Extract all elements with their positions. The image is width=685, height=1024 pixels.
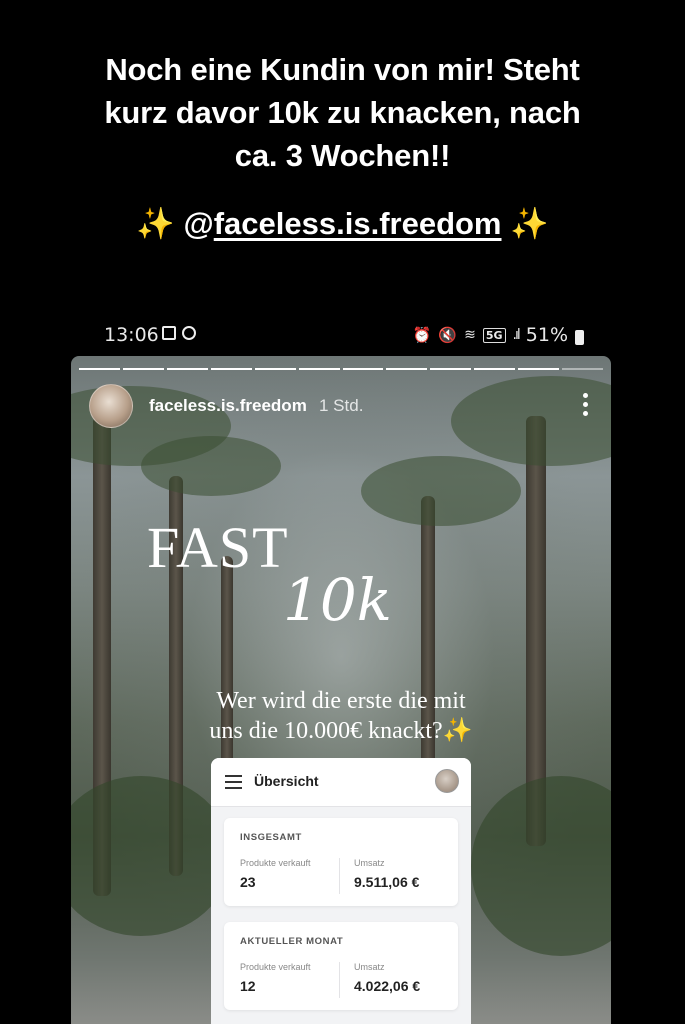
revenue-value: 4.022,06 € — [354, 978, 421, 994]
story-viewer[interactable]: faceless.is.freedom 1 Std. FAST 10k Wer … — [71, 356, 611, 1024]
progress-segment — [386, 368, 428, 370]
dashboard-header: Übersicht — [211, 758, 471, 807]
story-progress — [79, 368, 604, 370]
progress-segment — [474, 368, 516, 370]
progress-segment — [562, 368, 604, 370]
dashboard-title: Übersicht — [254, 773, 319, 789]
story-username[interactable]: faceless.is.freedom — [149, 396, 307, 416]
caption-line-1: Noch eine Kundin von mir! Steht — [105, 52, 580, 87]
total-panel: INSGESAMT Produkte verkauft 23 Umsatz 9.… — [224, 818, 458, 906]
sparkles-icon: ✨ — [510, 206, 549, 241]
battery-percent: 51% — [525, 324, 568, 346]
profile-avatar[interactable] — [435, 769, 459, 793]
tagline-line-2: uns die 10.000€ knackt?✨ — [209, 718, 473, 744]
status-time: 13:06 — [104, 324, 159, 346]
progress-segment — [122, 368, 164, 370]
alarm-icon: ⏰ — [412, 326, 432, 344]
more-options-icon[interactable] — [583, 393, 589, 416]
wifi-icon: ≋ — [464, 327, 476, 343]
story-time: 1 Std. — [319, 396, 364, 415]
progress-segment — [430, 368, 472, 370]
products-sold-value: 12 — [240, 978, 256, 994]
palm-frond — [361, 456, 521, 526]
gallery-icon — [162, 326, 176, 340]
menu-icon[interactable] — [225, 775, 242, 793]
divider — [339, 962, 340, 998]
progress-segment — [210, 368, 252, 370]
mute-icon: 🔇 — [438, 326, 458, 344]
current-month-panel: AKTUELLER MONAT Produkte verkauft 12 Ums… — [224, 922, 458, 1010]
tagline-line-1: Wer wird die erste die mit — [216, 688, 466, 714]
revenue-value: 9.511,06 € — [354, 874, 420, 890]
headline-script-text: 10k — [283, 566, 392, 634]
hedge — [471, 776, 611, 956]
revenue-label: Umsatz — [354, 858, 385, 868]
progress-segment — [298, 368, 340, 370]
story-tagline: Wer wird die erste die mit uns die 10.00… — [71, 686, 611, 746]
sparkles-icon: ✨ — [136, 206, 175, 241]
status-bar: 13:06 ⏰ 🔇 ≋ 5G .ıl 51% — [104, 322, 584, 350]
progress-segment — [518, 368, 560, 370]
headline-text: FAST — [147, 515, 289, 580]
caption-text: Noch eine Kundin von mir! Steht kurz dav… — [40, 48, 645, 177]
palm-frond — [451, 376, 611, 466]
divider — [339, 858, 340, 894]
products-sold-label: Produkte verkauft — [240, 858, 311, 868]
mention-link[interactable]: faceless.is.freedom — [214, 206, 502, 241]
progress-segment — [166, 368, 208, 370]
signal-icon: .ıl — [512, 327, 521, 343]
products-sold-value: 23 — [240, 874, 256, 890]
caption-line-2: kurz davor 10k zu knacken, nach — [104, 95, 581, 130]
whatsapp-icon — [182, 326, 196, 340]
products-sold-label: Produkte verkauft — [240, 962, 311, 972]
progress-segment — [79, 368, 120, 370]
palm-frond — [141, 436, 281, 496]
panel-heading: AKTUELLER MONAT — [240, 936, 344, 947]
hedge — [71, 776, 231, 936]
progress-segment — [342, 368, 384, 370]
avatar[interactable] — [89, 384, 133, 428]
progress-segment — [254, 368, 296, 370]
dashboard-screenshot: Übersicht INSGESAMT Produkte verkauft 23… — [211, 758, 471, 1024]
revenue-label: Umsatz — [354, 962, 385, 972]
mention-line: ✨ @faceless.is.freedom ✨ — [0, 205, 685, 242]
battery-icon — [575, 329, 584, 345]
at-sign: @ — [183, 206, 214, 241]
panel-heading: INSGESAMT — [240, 832, 302, 843]
network-label: 5G — [482, 327, 506, 343]
caption-line-3: ca. 3 Wochen!! — [234, 138, 451, 173]
